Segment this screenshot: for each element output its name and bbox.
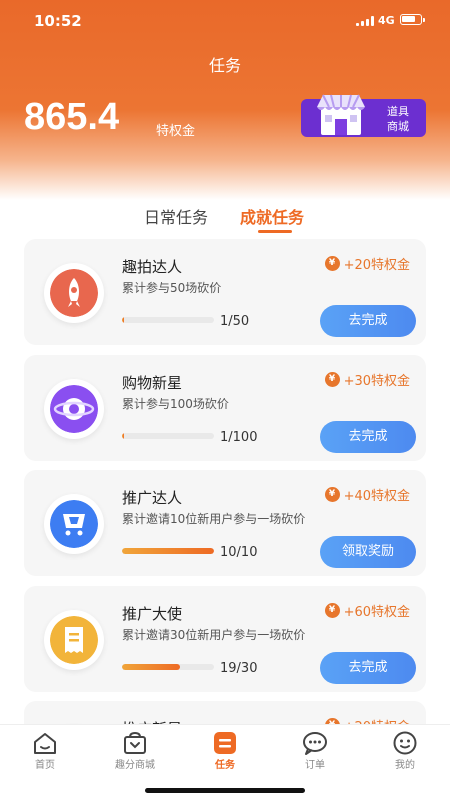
tabbar-label: 任务 [215, 760, 235, 771]
cart-icon [50, 500, 98, 548]
shopping-bag-icon [124, 731, 146, 754]
task-icon-frame [44, 609, 104, 670]
planet-icon [50, 384, 98, 433]
profile-icon [393, 731, 417, 755]
item-shop-label-line2: 商城 [387, 120, 409, 133]
active-tab-indicator [258, 230, 292, 233]
signal-icon [356, 16, 374, 26]
tabbar-item-orders[interactable]: 订单 [270, 725, 360, 775]
task-reward: ¥ +20特权金 [324, 254, 410, 273]
tab-achievement-tasks[interactable]: 成就任务 [240, 204, 304, 228]
task-progress-text: 19/30 [220, 660, 258, 676]
status-time: 10:52 [34, 12, 82, 30]
task-reward: ¥ +30特权金 [324, 370, 410, 389]
task-card: 推广大使 累计邀请30位新用户参与一场砍价 ¥ +60特权金 19/30 去完成 [24, 585, 426, 692]
task-list: 趣拍达人 累计参与50场砍价 ¥ +20特权金 1/50 去完成 购物新星 累计… [24, 239, 426, 800]
task-icon-frame [44, 263, 104, 323]
coin-icon: ¥ [324, 602, 340, 618]
task-reward: ¥ +40特权金 [324, 485, 410, 504]
task-icon-frame [44, 494, 104, 554]
task-reward-value: +40特权金 [343, 489, 410, 504]
task-action-button[interactable]: 领取奖励 [320, 536, 416, 568]
task-reward-value: +30特权金 [343, 373, 410, 389]
rocket-icon [50, 269, 98, 317]
tabbar-item-home[interactable]: 首页 [0, 725, 90, 775]
task-icon [214, 732, 236, 754]
task-progress-text: 10/10 [220, 545, 258, 560]
task-description: 累计参与50场砍价 [122, 281, 222, 295]
item-shop-label: 道具 商城 [375, 104, 421, 134]
task-description: 累计参与100场砍价 [122, 396, 229, 411]
task-reward-value: +60特权金 [343, 604, 410, 620]
task-progress-fill [122, 548, 214, 554]
task-description: 累计邀请30位新用户参与一场砍价 [122, 627, 306, 642]
task-tabs: 日常任务 成就任务 [0, 204, 450, 236]
task-reward-value: +20特权金 [343, 258, 410, 273]
task-progress-text: 1/50 [220, 314, 250, 329]
task-progress-bar [122, 317, 214, 323]
task-title: 推广大使 [122, 604, 183, 623]
tabbar-item-tasks[interactable]: 任务 [180, 725, 270, 775]
task-progress-fill [122, 663, 180, 670]
status-bar: 10:52 4G [0, 0, 450, 44]
tabbar-item-profile[interactable]: 我的 [360, 725, 450, 775]
home-icon [34, 733, 56, 754]
tabbar-label: 我的 [395, 760, 415, 771]
task-action-button[interactable]: 去完成 [320, 651, 416, 684]
page-title: 任务 [208, 56, 241, 75]
task-progress-bar [122, 548, 214, 554]
task-icon-frame [44, 378, 104, 439]
task-title: 趣拍达人 [122, 258, 183, 276]
network-label: 4G [378, 14, 395, 27]
tabbar-label: 趣分商城 [115, 760, 155, 771]
coin-icon: ¥ [324, 487, 340, 502]
task-card: 购物新星 累计参与100场砍价 ¥ +30特权金 1/100 去完成 [24, 354, 426, 461]
task-progress-bar [122, 663, 214, 670]
tabbar-item-points-mall[interactable]: 趣分商城 [90, 725, 180, 775]
task-progress-text: 1/100 [220, 429, 258, 445]
item-shop-label-line1: 道具 [387, 105, 409, 118]
tab-daily-tasks[interactable]: 日常任务 [144, 204, 208, 228]
task-action-button[interactable]: 去完成 [320, 420, 416, 453]
tabbar-label: 订单 [305, 760, 325, 771]
task-reward: ¥ +60特权金 [324, 601, 410, 620]
receipt-icon [50, 615, 98, 664]
task-progress-fill [122, 432, 124, 439]
task-card: 趣拍达人 累计参与50场砍价 ¥ +20特权金 1/50 去完成 [24, 239, 426, 345]
task-title: 推广达人 [122, 489, 183, 507]
battery-icon [400, 14, 425, 25]
tabbar-label: 首页 [35, 760, 55, 771]
coin-icon: ¥ [324, 256, 340, 271]
task-action-button[interactable]: 去完成 [320, 305, 416, 337]
home-indicator [145, 788, 305, 793]
task-card: 推广达人 累计邀请10位新用户参与一场砍价 ¥ +40特权金 10/10 领取奖… [24, 470, 426, 576]
task-progress-bar [122, 432, 214, 439]
points-value: 865.4 [24, 96, 120, 138]
chat-bubble-icon [303, 732, 327, 755]
points-unit: 特权金 [156, 124, 196, 139]
storefront-icon [317, 94, 365, 135]
task-progress-fill [122, 317, 124, 323]
task-title: 购物新星 [122, 373, 183, 392]
item-shop-button[interactable]: 道具 商城 [301, 94, 426, 137]
task-description: 累计邀请10位新用户参与一场砍价 [122, 512, 306, 526]
coin-icon: ¥ [324, 371, 340, 387]
